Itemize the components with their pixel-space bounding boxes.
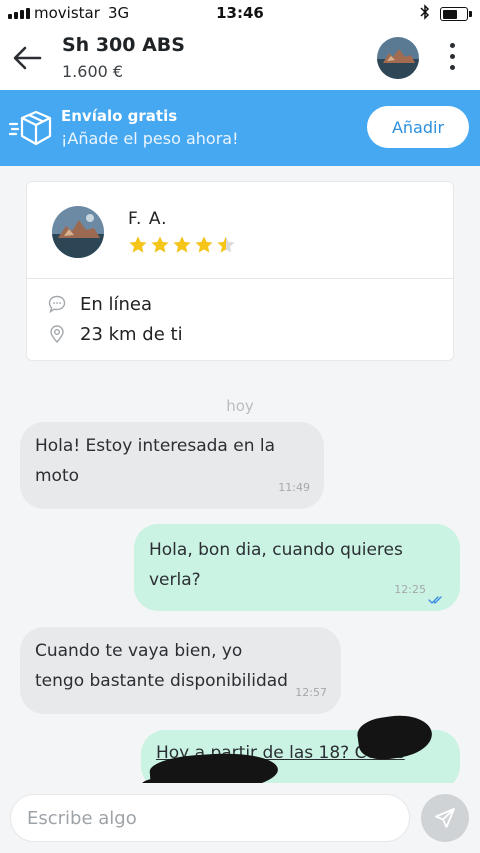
seller-name[interactable]: F. A. — [128, 209, 168, 229]
item-title[interactable]: Sh 300 ABS — [62, 34, 185, 56]
item-price: 1.600 € — [62, 62, 124, 81]
message-text: Cuando te vaya bien, yo tengo bastante d… — [35, 641, 288, 691]
status-bar: movistar 3G 13:46 — [0, 0, 480, 28]
chat-bubble-icon — [48, 295, 66, 314]
seller-card[interactable]: F. A. En línea 23 km de ti — [26, 181, 454, 361]
star-icon — [151, 236, 169, 253]
seller-status-row: En línea — [47, 291, 152, 317]
message-time: 12:57 — [295, 686, 327, 699]
package-icon — [8, 110, 52, 146]
arrow-left-icon — [13, 46, 42, 70]
shipping-banner: Envíalo gratis ¡Añade el peso ahora! Aña… — [0, 90, 480, 166]
send-icon — [435, 808, 455, 828]
status-time: 13:46 — [216, 4, 264, 22]
more-options-icon[interactable] — [442, 40, 462, 76]
message-bubble-incoming[interactable]: Cuando te vaya bien, yo tengo bastante d… — [20, 627, 341, 714]
shipping-subtitle: ¡Añade el peso ahora! — [61, 129, 239, 148]
star-icon — [173, 236, 191, 253]
location-pin-icon — [50, 325, 64, 344]
message-bubble-incoming[interactable]: Hola! Estoy interesada en la moto 11:49 — [20, 422, 324, 509]
bluetooth-icon — [420, 4, 430, 24]
send-button[interactable] — [421, 794, 469, 842]
divider — [27, 278, 453, 279]
shipping-title: Envíalo gratis — [61, 107, 178, 125]
message-input[interactable] — [10, 794, 410, 842]
chat-header: Sh 300 ABS 1.600 € — [0, 28, 480, 90]
read-receipt-icon — [428, 596, 442, 604]
star-icon — [129, 236, 147, 253]
compose-bar — [0, 783, 480, 853]
back-button[interactable] — [10, 42, 46, 74]
seller-avatar[interactable] — [52, 206, 104, 258]
message-bubble-outgoing[interactable]: Hola, bon dia, cuando quieres verla? 12:… — [134, 524, 460, 611]
seller-distance-row: 23 km de ti — [47, 321, 183, 347]
message-time: 12:25 — [394, 583, 426, 596]
battery-icon — [440, 7, 472, 21]
seller-status: En línea — [80, 293, 153, 315]
message-time: 11:49 — [278, 481, 310, 494]
day-separator: hoy — [226, 397, 254, 415]
star-icon — [195, 236, 213, 253]
message-text: Hola! Estoy interesada en la moto — [35, 436, 276, 486]
seller-distance: 23 km de ti — [80, 323, 183, 345]
add-weight-button[interactable]: Añadir — [367, 106, 469, 148]
item-thumbnail[interactable] — [377, 37, 419, 79]
star-icon — [217, 236, 235, 253]
rating-stars — [128, 235, 236, 255]
